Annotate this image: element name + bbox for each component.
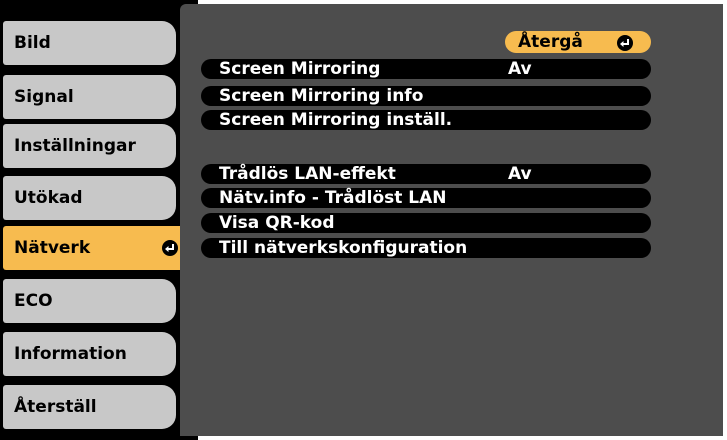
return-button[interactable]: Återgå: [505, 31, 651, 53]
tab-signal[interactable]: Signal: [3, 75, 176, 119]
tab-label: Signal: [14, 87, 74, 107]
tab-installningar[interactable]: Inställningar: [3, 124, 176, 168]
option-label: Screen Mirroring: [219, 59, 381, 79]
tab-label: Inställningar: [14, 136, 136, 156]
enter-icon: [617, 35, 633, 51]
option-label: Visa QR-kod: [219, 213, 335, 233]
tab-label: Utökad: [14, 188, 83, 208]
option-screen-mirroring-info[interactable]: Screen Mirroring info: [201, 86, 651, 106]
option-value: Av: [508, 59, 532, 79]
option-label: Nätv.info - Trådlöst LAN: [219, 188, 447, 208]
option-label: Screen Mirroring info: [219, 86, 424, 106]
tab-label: Nätverk: [14, 238, 91, 258]
return-label: Återgå: [518, 32, 583, 52]
option-screen-mirroring[interactable]: Screen Mirroring Av: [201, 59, 651, 79]
option-label: Trådlös LAN-effekt: [219, 164, 396, 184]
option-visa-qr-kod[interactable]: Visa QR-kod: [201, 213, 651, 233]
tab-natverk[interactable]: Nätverk: [3, 226, 187, 270]
option-tradlos-lan-effekt[interactable]: Trådlös LAN-effekt Av: [201, 164, 651, 184]
tab-label: Bild: [14, 33, 51, 53]
tab-eco[interactable]: ECO: [3, 279, 176, 323]
option-value: Av: [508, 164, 532, 184]
option-label: Till nätverkskonfiguration: [219, 238, 468, 258]
tab-bild[interactable]: Bild: [3, 21, 176, 65]
sidebar: Bild Signal Inställningar Utökad Nätverk…: [0, 0, 198, 440]
option-till-natverkskonfiguration[interactable]: Till nätverkskonfiguration: [201, 238, 651, 258]
tab-utokad[interactable]: Utökad: [3, 176, 176, 220]
option-screen-mirroring-installningar[interactable]: Screen Mirroring inställ.: [201, 110, 651, 130]
tab-label: Återställ: [14, 397, 97, 417]
tab-information[interactable]: Information: [3, 332, 176, 376]
tab-label: Information: [14, 344, 127, 364]
tab-label: ECO: [14, 291, 53, 311]
enter-icon: [162, 240, 178, 256]
option-label: Screen Mirroring inställ.: [219, 110, 453, 130]
option-natv-info-tradlost-lan[interactable]: Nätv.info - Trådlöst LAN: [201, 188, 651, 208]
tab-aterstall[interactable]: Återställ: [3, 385, 176, 429]
